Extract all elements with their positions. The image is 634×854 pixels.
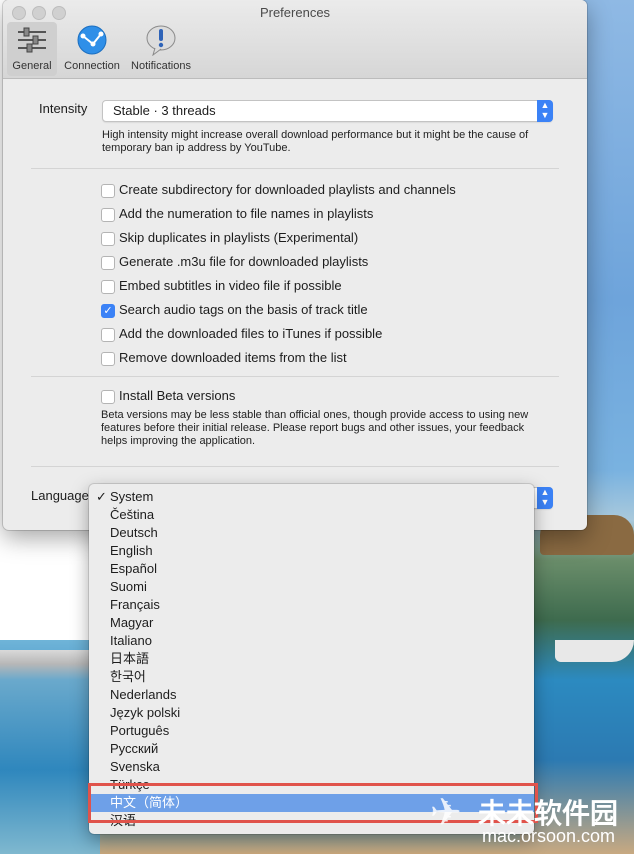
menu-item-label: 日本語 [110,651,150,666]
chevron-updown-icon: ▲ ▼ [537,100,553,122]
boat [555,640,634,662]
preferences-window: Preferences General Connection Notificat… [3,0,587,530]
tab-notifications[interactable]: Notifications [127,22,195,76]
menu-item-svenska[interactable]: Svenska [89,758,534,776]
checkbox[interactable] [101,280,115,294]
watermark: ✈ 未未软件园 mac.orsoon.com [430,790,630,850]
divider [31,376,559,377]
intensity-value: Stable · 3 threads [113,103,216,118]
watermark-logo-icon: ✈ [430,792,462,834]
menu-item-polski[interactable]: Język polski [89,704,534,722]
exclamation-bubble-icon [146,25,176,56]
menu-item-espanol[interactable]: Español [89,560,534,578]
checkbox-checked[interactable]: ✓ [101,304,115,318]
menu-item-label: Русский [110,741,159,756]
option-label: Create subdirectory for downloaded playl… [119,182,456,197]
checkbox[interactable] [101,352,115,366]
menu-item-italiano[interactable]: Italiano [89,632,534,650]
menu-item-label: Svenska [110,759,160,774]
checkbox[interactable] [101,390,115,404]
tab-connection[interactable]: Connection [60,22,124,76]
intensity-help: High intensity might increase overall do… [102,129,529,154]
checkbox[interactable] [101,256,115,270]
desktop-wallpaper-sea [0,650,100,854]
menu-item-magyar[interactable]: Magyar [89,614,534,632]
tab-connection-label: Connection [64,60,120,72]
option-label: Install Beta versions [119,388,236,403]
globe-icon [77,25,107,55]
beta-help: Beta versions may be less stable than of… [101,409,529,447]
watermark-url: mac.orsoon.com [482,826,616,846]
menu-item-label: Čeština [110,507,155,522]
menu-item-label: Suomi [110,579,147,594]
checkbox[interactable] [101,328,115,342]
divider [31,466,559,467]
menu-item-label: Język polski [110,705,181,720]
menu-item-label: Magyar [110,615,154,630]
window-title: Preferences [259,5,331,20]
menu-item-label: Français [110,597,160,612]
option-label: Add the numeration to file names in play… [119,206,374,221]
menu-item-russian[interactable]: Русский [89,740,534,758]
sliders-icon [18,27,46,53]
menu-item-korean[interactable]: 한국어 [89,668,534,686]
menu-item-japanese[interactable]: 日本語 [89,650,534,668]
checkmark-icon: ✓ [96,489,107,504]
titlebar: Preferences General Connection Notificat… [3,0,587,79]
checkbox[interactable] [101,208,115,222]
menu-item-nederlands[interactable]: Nederlands [89,686,534,704]
menu-item-label: Italiano [110,633,152,648]
menu-item-label: Español [110,561,157,576]
checkbox[interactable] [101,184,115,198]
option-label: Embed subtitles in video file if possibl… [119,278,342,293]
language-dropdown-menu: ✓ System Čeština Deutsch English Español… [89,484,534,834]
intensity-label: Intensity [39,101,88,116]
option-label: Generate .m3u file for downloaded playli… [119,254,369,269]
menu-item-label: Deutsch [110,525,158,540]
tab-general-label: General [12,60,52,72]
menu-item-label: 한국어 [110,669,146,684]
option-label: Remove downloaded items from the list [119,350,347,365]
menu-item-portugues[interactable]: Português [89,722,534,740]
language-label: Language [31,488,89,503]
menu-item-cestina[interactable]: Čeština [89,506,534,524]
menu-item-label: Português [110,723,170,738]
option-label: Skip duplicates in playlists (Experiment… [119,230,359,245]
menu-item-deutsch[interactable]: Deutsch [89,524,534,542]
menu-item-suomi[interactable]: Suomi [89,578,534,596]
menu-item-label: Nederlands [110,687,177,702]
checkbox[interactable] [101,232,115,246]
chevron-updown-icon: ▲ ▼ [537,487,553,509]
general-pane: Intensity Stable · 3 threads ▲ ▼ High int… [3,79,587,530]
menu-item-label: English [110,543,153,558]
intensity-select[interactable]: Stable · 3 threads ▲ ▼ [102,100,553,122]
menu-item-system[interactable]: ✓ System [89,488,534,506]
tab-notifications-label: Notifications [131,60,191,72]
tab-general[interactable]: General [7,22,57,76]
option-label: Search audio tags on the basis of track … [119,302,368,317]
menu-item-english[interactable]: English [89,542,534,560]
divider [31,168,559,169]
menu-item-francais[interactable]: Français [89,596,534,614]
menu-item-label: System [110,489,154,504]
option-label: Add the downloaded files to iTunes if po… [119,326,383,341]
